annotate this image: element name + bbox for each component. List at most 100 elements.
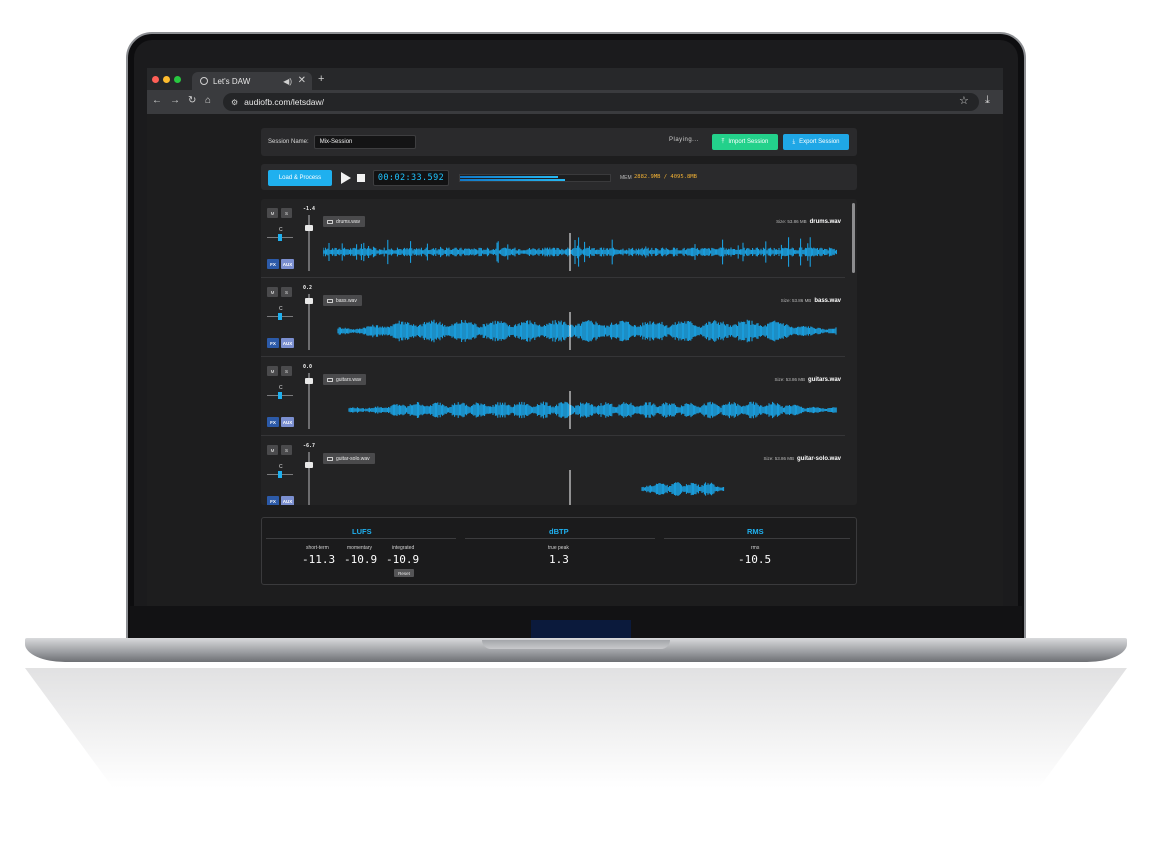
bookmark-star-icon[interactable]: ☆ — [959, 94, 969, 107]
short-term-label: short-term — [306, 545, 329, 551]
file-name-label: drums.wav — [809, 219, 841, 225]
forward-icon[interactable]: → — [170, 95, 180, 106]
window-minimize-button[interactable] — [163, 76, 170, 83]
timecode-display: 00:02:33.592 — [373, 170, 449, 186]
play-icon[interactable] — [341, 172, 351, 184]
import-session-label: Import Session — [728, 139, 769, 145]
volume-readout: -6.7 — [303, 443, 316, 449]
track-list-scrollbar[interactable] — [852, 203, 855, 273]
browser-toolbar: ← → ↻ ⌂ ⚙ audiofb.com/letsdaw/ ☆ ⤓ — [147, 90, 1003, 114]
mute-button[interactable]: M — [267, 208, 278, 218]
true-peak-value: 1.3 — [549, 553, 569, 566]
integrated-label: integrated — [392, 545, 415, 551]
stop-icon[interactable] — [357, 174, 365, 182]
home-icon[interactable]: ⌂ — [205, 95, 211, 106]
pan-slider-handle[interactable] — [278, 313, 282, 320]
session-name-label: Session Name: — [268, 139, 309, 145]
playback-progress[interactable] — [459, 174, 611, 182]
window-maximize-button[interactable] — [174, 76, 181, 83]
progress-fill — [460, 176, 558, 178]
site-settings-icon[interactable]: ⚙ — [231, 98, 238, 107]
session-name-input[interactable]: Mix-Session — [313, 135, 416, 149]
file-size-label: Size: 53.86 MB — [774, 377, 805, 382]
waveform[interactable] — [323, 231, 837, 273]
solo-button[interactable]: S — [281, 208, 292, 218]
load-file-button[interactable]: guitars.wav — [323, 374, 367, 385]
browser-tab[interactable]: Let's DAW ◀) ✕ — [192, 72, 312, 90]
audio-icon[interactable]: ◀) — [283, 77, 292, 86]
rms-label: rms — [751, 545, 760, 551]
url-text: audiofb.com/letsdaw/ — [244, 97, 325, 107]
load-process-button[interactable]: Load & Process — [268, 170, 332, 186]
dbtp-divider — [465, 538, 655, 539]
file-size-info: Size: 53.86 MB guitar-solo.wav — [763, 456, 841, 462]
pan-slider-handle[interactable] — [278, 392, 282, 399]
mute-button[interactable]: M — [267, 287, 278, 297]
waveform-path — [337, 319, 837, 343]
reset-button[interactable]: Reset — [394, 569, 414, 577]
aux-button[interactable]: AUX — [281, 259, 294, 269]
waveform[interactable] — [323, 389, 837, 431]
tab-title: Let's DAW — [213, 76, 251, 86]
solo-button[interactable]: S — [281, 366, 292, 376]
track-row: M S C FX AUX 0.2 bass.wav Size: 53.86 MB bass.wa… — [261, 278, 845, 357]
pan-slider-handle[interactable] — [278, 234, 282, 241]
file-size-label: Size: 53.86 MB — [780, 298, 812, 303]
upload-icon: ⤒ — [721, 138, 725, 145]
load-file-button[interactable]: bass.wav — [323, 295, 362, 306]
file-size-info: Size: 53.86 MB guitars.wav — [774, 377, 841, 383]
laptop-notch — [531, 620, 631, 640]
track-row: M S C FX AUX -6.7 guitar-solo.wav Size: 53.86 M… — [261, 436, 845, 505]
tab-close-icon[interactable]: ✕ — [298, 75, 306, 86]
rms-value: -10.5 — [738, 553, 772, 566]
fx-button[interactable]: FX — [267, 417, 279, 427]
playback-status: Playing... — [669, 137, 699, 143]
import-session-button[interactable]: ⤒ Import Session — [712, 134, 778, 150]
volume-fader-handle[interactable] — [305, 225, 313, 231]
mute-button[interactable]: M — [267, 366, 278, 376]
fx-button[interactable]: FX — [267, 338, 279, 348]
file-button-label: guitar-solo.wav — [336, 455, 370, 462]
fx-button[interactable]: FX — [267, 496, 279, 505]
download-icon[interactable]: ⤓ — [985, 94, 990, 107]
aux-button[interactable]: AUX — [281, 338, 294, 348]
file-size-label: Size: 53.86 MB — [776, 219, 807, 224]
pan-label: C — [279, 227, 283, 233]
lufs-title: LUFS — [352, 527, 372, 536]
window-close-button[interactable] — [152, 76, 159, 83]
volume-fader-handle[interactable] — [305, 298, 313, 304]
transport-bar: Load & Process 00:02:33.592 MEM 2882.9MB… — [261, 164, 857, 190]
buffer-fill — [460, 179, 565, 181]
pan-label: C — [279, 385, 283, 391]
load-file-button[interactable]: drums.wav — [323, 216, 366, 227]
mute-button[interactable]: M — [267, 445, 278, 455]
track-row: M S C FX AUX -1.4 drums.wav Size: 53.86 MB drums… — [261, 199, 845, 278]
track-row: M S C FX AUX 0.0 guitars.wav Size: 53.86 MB guit… — [261, 357, 845, 436]
pan-slider-handle[interactable] — [278, 471, 282, 478]
solo-button[interactable]: S — [281, 445, 292, 455]
rms-title: RMS — [747, 527, 764, 536]
laptop-reflection — [25, 668, 1127, 788]
volume-fader-handle[interactable] — [305, 462, 313, 468]
file-button-label: bass.wav — [336, 297, 357, 304]
volume-fader-track[interactable] — [308, 452, 310, 505]
reload-icon[interactable]: ↻ — [188, 95, 196, 106]
new-tab-button[interactable]: + — [318, 73, 324, 85]
address-bar[interactable]: ⚙ audiofb.com/letsdaw/ — [223, 93, 979, 111]
page-body: Session Name: Mix-Session Playing... ⤒ I… — [147, 114, 1003, 606]
aux-button[interactable]: AUX — [281, 417, 294, 427]
waveform[interactable] — [323, 468, 837, 505]
back-icon[interactable]: ← — [152, 95, 162, 106]
solo-button[interactable]: S — [281, 287, 292, 297]
fx-button[interactable]: FX — [267, 259, 279, 269]
waveform[interactable] — [323, 310, 837, 352]
export-session-button[interactable]: ⤓ Export Session — [783, 134, 849, 150]
volume-fader-handle[interactable] — [305, 378, 313, 384]
aux-button[interactable]: AUX — [281, 496, 294, 505]
track-list[interactable]: M S C FX AUX -1.4 drums.wav Size: 53.86 MB drums… — [261, 199, 857, 505]
volume-fader-track[interactable] — [308, 215, 310, 271]
file-button-label: drums.wav — [336, 218, 361, 225]
load-file-button[interactable]: guitar-solo.wav — [323, 453, 375, 464]
volume-readout: 0.2 — [303, 285, 313, 291]
export-session-label: Export Session — [799, 139, 840, 145]
